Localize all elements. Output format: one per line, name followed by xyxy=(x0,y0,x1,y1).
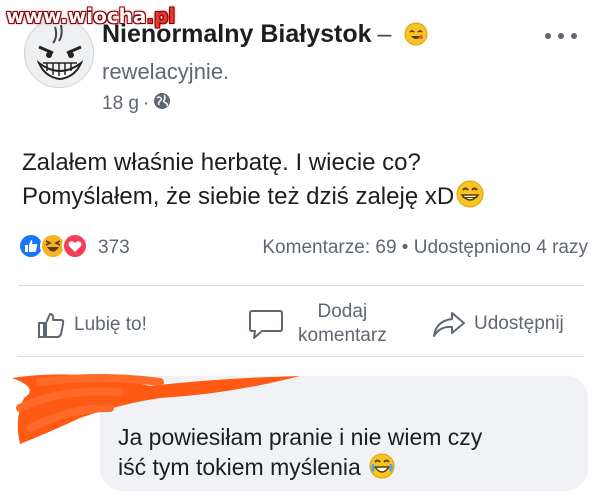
comment-section: Ja powiesiłam pranie i nie wiem czy iść … xyxy=(0,358,600,497)
thumbs-up-icon xyxy=(38,313,65,338)
post-time[interactable]: 18 g xyxy=(102,93,139,115)
share-label: Udostępnij xyxy=(474,313,564,334)
feeling-emoji-icon xyxy=(404,22,428,53)
feeling-text: rewelacyjnie. xyxy=(102,59,230,84)
watermark-prefix: www. xyxy=(6,4,68,28)
like-reaction-icon xyxy=(18,232,44,264)
like-label: Lubię to! xyxy=(74,314,147,335)
post-text-line-2: Pomyślałem, że siebie też dziś zaleję xD xyxy=(22,183,455,210)
grinning-emoji-icon xyxy=(455,179,485,218)
watermark-suffix: .pl xyxy=(146,4,176,28)
avatar-face-icon xyxy=(26,20,93,87)
stats-divider xyxy=(18,285,584,286)
tears-of-joy-emoji-icon xyxy=(368,452,396,487)
more-options-icon[interactable] xyxy=(544,20,578,46)
watermark: www.wiocha.pl xyxy=(6,4,175,28)
watermark-name: wiocha xyxy=(67,4,147,28)
post-meta: 18 g · xyxy=(102,92,171,116)
actions-divider xyxy=(18,356,584,357)
censor-scribble xyxy=(12,374,300,444)
comment-label: Dodaj komentarz xyxy=(298,300,387,348)
share-button[interactable]: Udostępnij xyxy=(432,310,564,338)
like-button[interactable]: Lubię to! xyxy=(36,310,147,340)
page-avatar[interactable] xyxy=(24,18,94,88)
comment-label-line-2: komentarz xyxy=(298,325,387,346)
post-header: Nienormalny Białystok – rewelacyjnie. xyxy=(102,20,428,85)
post-stats: 373 Komentarze: 69 • Udostępniono 4 razy xyxy=(18,232,588,264)
post-text-line-1: Zalałem właśnie herbatę. I wiecie co? xyxy=(22,149,421,176)
meta-separator: · xyxy=(142,93,150,114)
reaction-count[interactable]: 373 xyxy=(98,237,130,259)
comment-bubble-icon xyxy=(249,310,283,339)
haha-reaction-icon xyxy=(40,232,66,264)
post-text-line-2-wrapper: Pomyślałem, że siebie też dziś zaleję xD xyxy=(22,179,582,218)
love-reaction-icon xyxy=(62,232,88,264)
post-text: Zalałem właśnie herbatę. I wiecie co? Po… xyxy=(22,146,582,218)
comment-button[interactable]: Dodaj komentarz xyxy=(248,300,387,348)
comments-shares-count[interactable]: Komentarze: 69 • Udostępniono 4 razy xyxy=(262,237,588,259)
feeling-dash: – xyxy=(377,20,392,48)
action-bar: Lubię to! Dodaj komentarz Udostępnij xyxy=(18,292,584,356)
share-arrow-icon xyxy=(433,312,465,337)
reaction-icons[interactable] xyxy=(18,232,88,264)
comment-label-line-1: Dodaj xyxy=(317,301,368,322)
globe-icon xyxy=(153,92,171,116)
